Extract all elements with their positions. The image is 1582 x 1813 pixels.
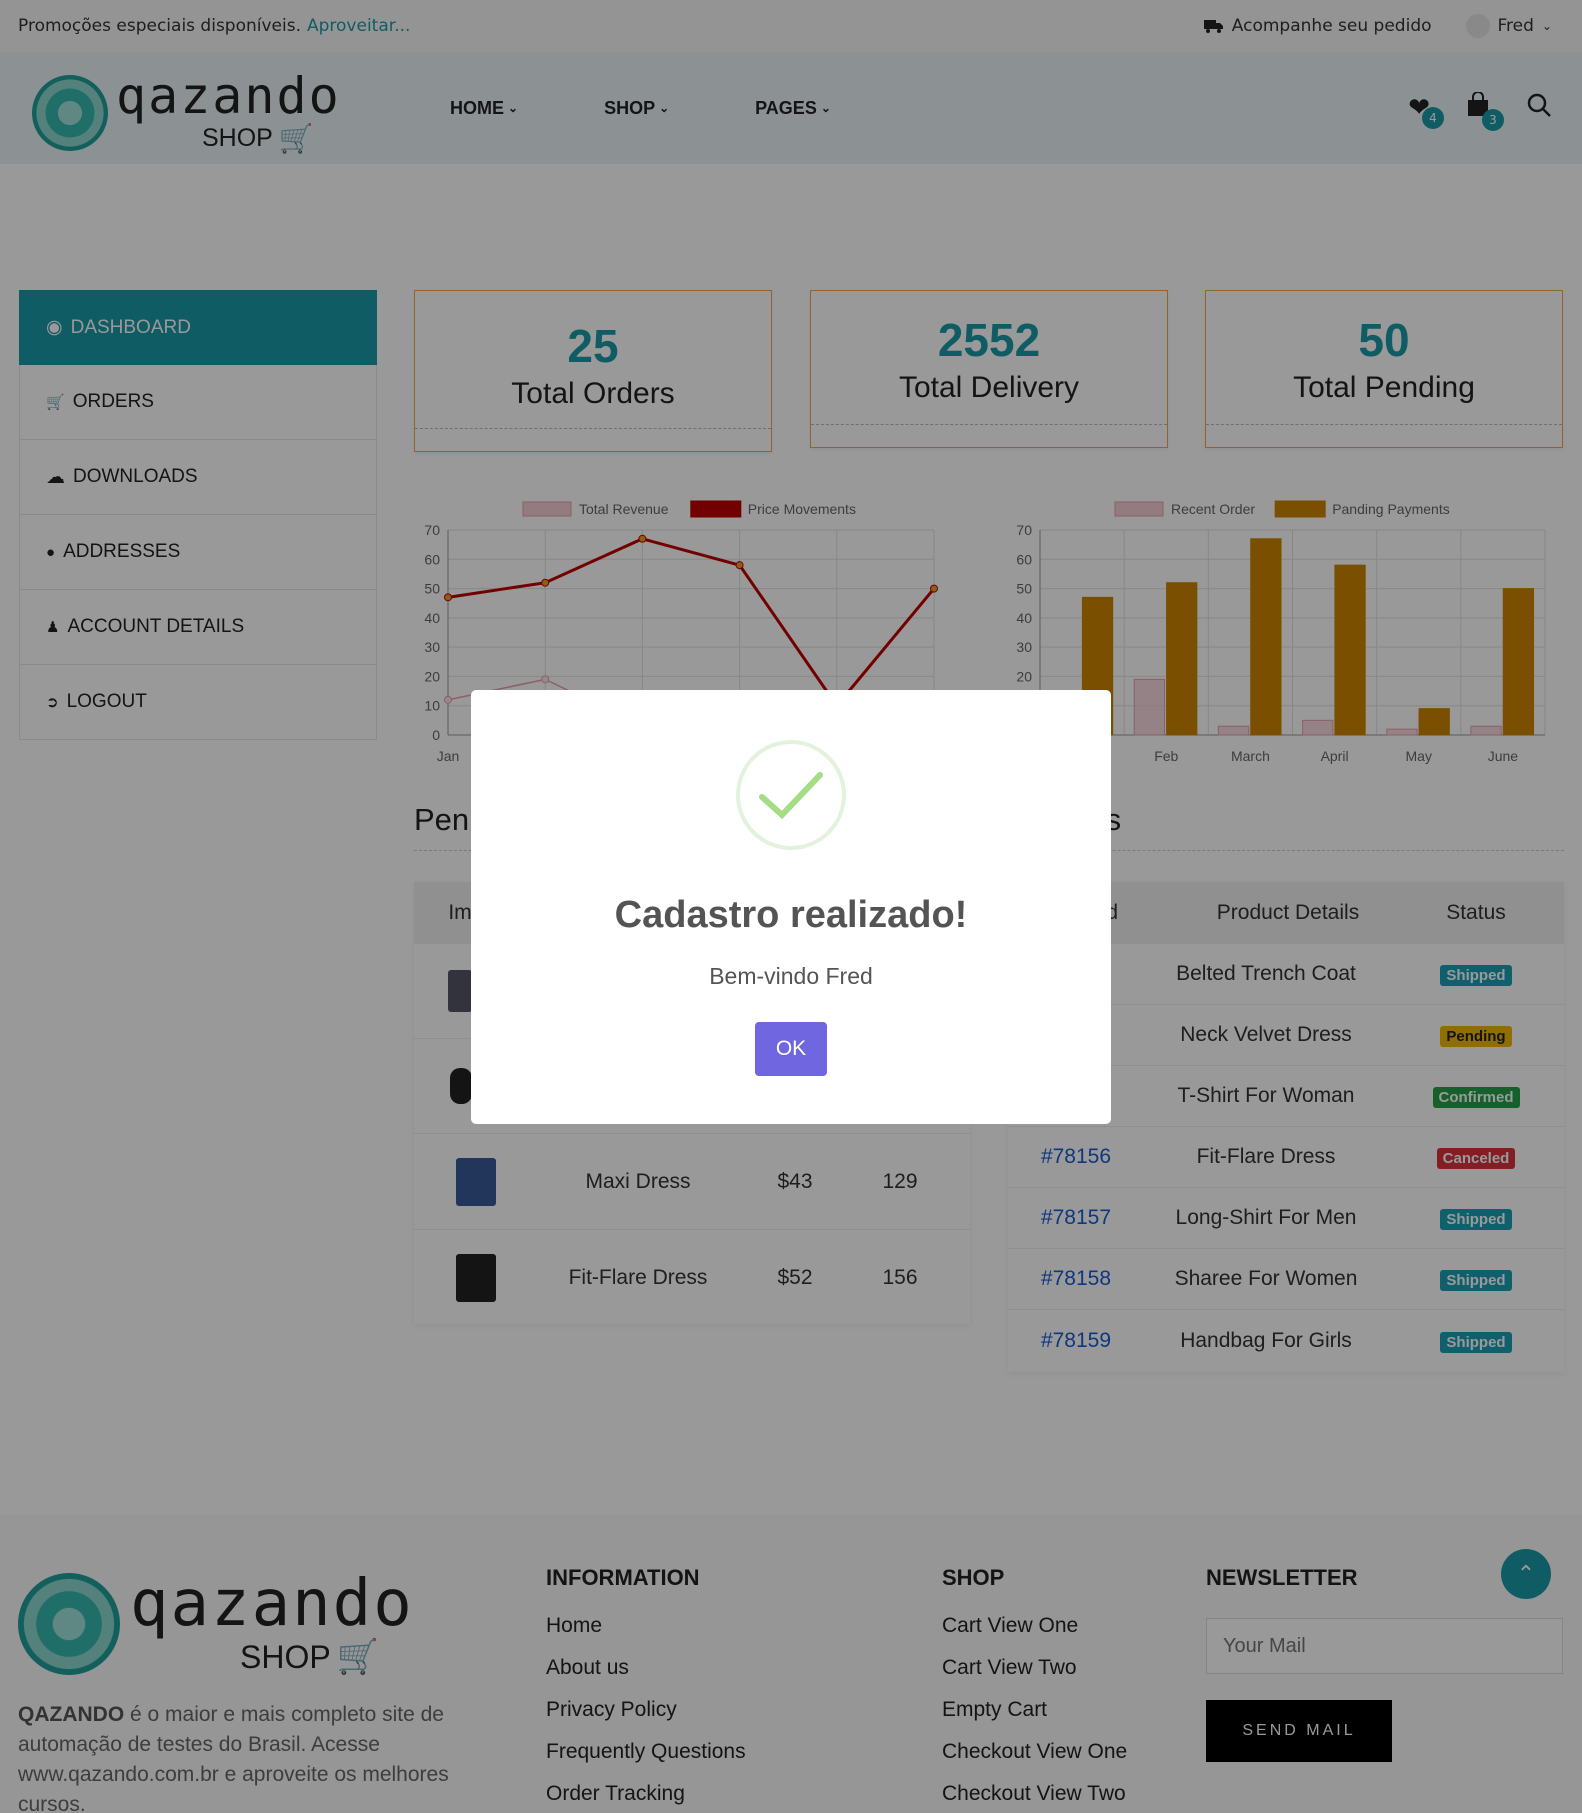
ok-button[interactable]: OK — [755, 1022, 827, 1076]
dialog-message: Bem-vindo Fred — [709, 963, 873, 989]
dialog-title: Cadastro realizado! — [614, 894, 968, 936]
success-check-icon — [736, 740, 846, 850]
success-dialog: Cadastro realizado! Bem-vindo Fred OK — [471, 690, 1111, 1124]
